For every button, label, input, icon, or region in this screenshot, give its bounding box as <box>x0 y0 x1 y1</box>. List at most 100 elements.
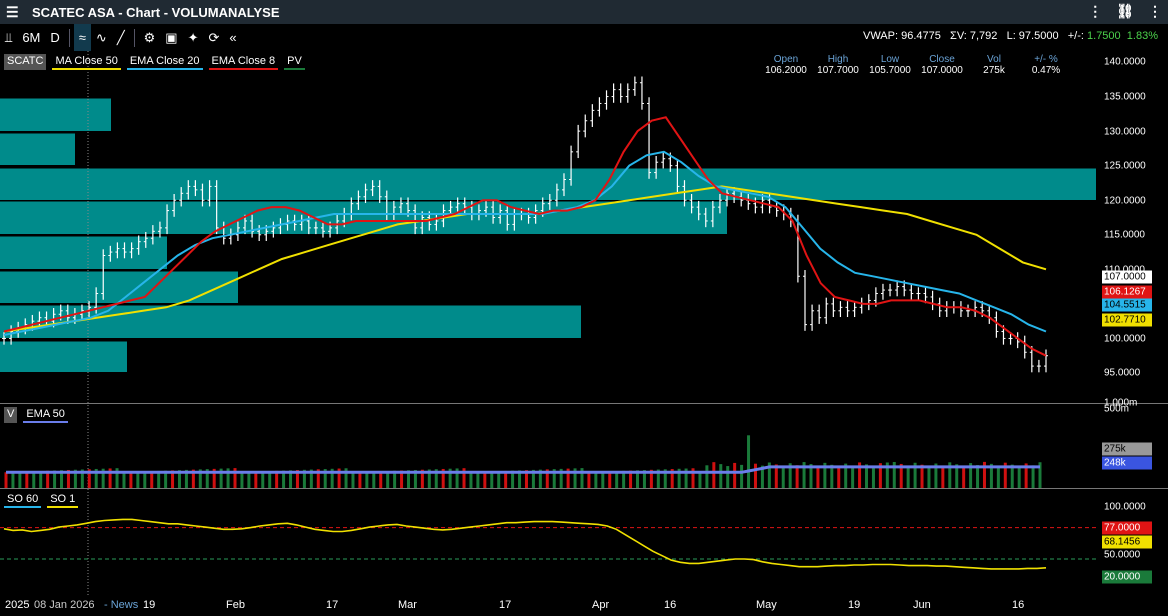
x-label: 2025 <box>5 599 30 611</box>
price-tick: 135.0000 <box>1104 91 1146 103</box>
price-tick: 115.0000 <box>1104 229 1145 241</box>
volume-profile-bar <box>0 305 581 338</box>
period-button[interactable]: 6M <box>17 24 45 51</box>
menu-icon[interactable]: ☰ <box>6 4 22 21</box>
so-legend: SO 60 SO 1 <box>4 492 79 508</box>
volume-bar <box>726 466 730 488</box>
volume-bar <box>1031 465 1035 488</box>
tag-so-20: 20.0000 <box>1102 570 1152 584</box>
pane-separator[interactable] <box>0 403 1168 404</box>
volume-bar <box>719 464 723 488</box>
ohlc-low: 105.7000 <box>869 65 911 76</box>
volume-bar <box>483 471 487 488</box>
template-icon[interactable]: ▣ <box>160 24 182 51</box>
legend-so1[interactable]: SO 1 <box>47 492 79 508</box>
volume-profile-bar <box>0 133 75 165</box>
legend-vol-ema[interactable]: EMA 50 <box>23 407 68 423</box>
price-tick: 140.0000 <box>1104 56 1146 68</box>
more-icon[interactable]: ⋮ <box>1088 3 1102 20</box>
pane-separator[interactable] <box>0 488 1168 489</box>
price-axis[interactable]: 140.0000 135.0000 130.0000 125.0000 120.… <box>1100 51 1168 403</box>
divider <box>68 28 70 47</box>
volume-bar <box>122 472 126 488</box>
volume-bar <box>705 465 709 488</box>
legend-symbol[interactable]: SCATC <box>4 54 47 70</box>
window-title: SCATEC ASA - Chart - VOLUMANALYSE <box>32 4 280 20</box>
legend-pv[interactable]: PV <box>284 54 305 70</box>
x-label: 17 <box>326 599 339 611</box>
price-chart[interactable] <box>0 51 1100 596</box>
x-label: 19 <box>848 599 861 611</box>
volume-profile-bar <box>0 98 111 131</box>
volume-bar <box>254 471 258 488</box>
news-link[interactable]: - News <box>104 599 138 611</box>
collapse-button[interactable]: « <box>224 24 241 51</box>
price-tick: 100.0000 <box>1104 333 1146 345</box>
volume-bar <box>996 465 1000 488</box>
volume-profile-bar <box>0 236 167 269</box>
volume-legend: V EMA 50 <box>4 407 68 423</box>
x-label: Jun <box>913 599 931 611</box>
x-label: 19 <box>143 599 156 611</box>
settings-icon[interactable]: ⚙ <box>139 24 161 51</box>
study-icon[interactable]: ∿ <box>91 24 112 51</box>
volume-bar <box>712 462 716 488</box>
more-icon-2[interactable]: ⋮ <box>1148 3 1162 20</box>
volume-bar <box>469 472 473 488</box>
volume-bar <box>143 471 147 488</box>
volume-ema-line <box>6 465 1040 474</box>
volume-bar <box>906 465 910 488</box>
volume-bar <box>261 471 265 488</box>
volume-bar <box>927 466 931 488</box>
volume-bar <box>962 466 966 488</box>
volume-bar <box>781 466 785 488</box>
chart-type-icon[interactable]: ⫫ <box>0 24 17 51</box>
ohlc-head-vol: Vol <box>987 54 1001 65</box>
volume-bar <box>795 465 799 488</box>
divider <box>133 28 135 47</box>
interval-button[interactable]: D <box>45 24 64 51</box>
x-label: 17 <box>499 599 512 611</box>
volume-bar <box>11 472 15 488</box>
legend-ema20[interactable]: EMA Close 20 <box>126 54 203 70</box>
legend-ema8[interactable]: EMA Close 8 <box>208 54 279 70</box>
legend-v[interactable]: V <box>4 407 18 423</box>
link-icon[interactable]: ⛓ <box>1116 3 1134 20</box>
volume-bar <box>837 466 841 488</box>
volume-sum: ΣV: 7,792 <box>950 30 998 42</box>
change-pct: 1.83% <box>1126 30 1158 42</box>
price-tick: 125.0000 <box>1104 160 1146 172</box>
ohlc-chg: 0.47% <box>1031 65 1061 76</box>
volume-bar <box>976 465 980 488</box>
x-label: 08 Jan 2026 <box>34 599 95 611</box>
legend-so60[interactable]: SO 60 <box>4 492 42 508</box>
vol-tick: 500m <box>1104 403 1130 415</box>
so-tick: 100.0000 <box>1104 501 1146 513</box>
volume-axis[interactable]: 1.000m 500m 275k 248k <box>1100 398 1168 488</box>
so-axis[interactable]: 100.0000 50.0000 77.0000 68.1456 20.0000 <box>1100 488 1168 596</box>
indicator-icon[interactable]: ≈ <box>73 24 91 51</box>
tag-last: 107.0000 <box>1102 270 1152 284</box>
volume-profile-bar <box>0 271 238 303</box>
volume-bar <box>733 462 737 488</box>
volume-bar <box>851 465 855 488</box>
legend-ma50[interactable]: MA Close 50 <box>52 54 121 70</box>
time-axis[interactable]: 2025 08 Jan 2026 - News 19 Feb 17 Mar 17… <box>0 596 1168 616</box>
crosshair-icon[interactable]: ✦ <box>183 24 204 51</box>
volume-bar <box>240 472 244 488</box>
draw-line-icon[interactable]: ╱ <box>112 24 130 51</box>
x-label: 16 <box>664 599 677 611</box>
quote-bar: VWAP: 96.4775 ΣV: 7,792 L: 97.5000 +/-: … <box>863 30 1158 42</box>
refresh-icon[interactable]: ⟳ <box>204 24 225 51</box>
volume-bar <box>698 472 702 488</box>
ohlc-head-high: High <box>827 54 849 65</box>
volume-bar <box>747 435 751 488</box>
volume-profile-bar <box>0 168 1096 200</box>
volume-profile-bar <box>0 341 127 372</box>
tag-vol-ema: 248k <box>1102 456 1152 470</box>
volume-bar <box>136 471 140 488</box>
ohlc-panel: Open High Low Close Vol +/- % 106.2000 1… <box>760 54 1072 76</box>
change-label: +/-: <box>1067 30 1084 42</box>
volume-bar <box>740 464 744 488</box>
volume-bar <box>365 471 369 488</box>
